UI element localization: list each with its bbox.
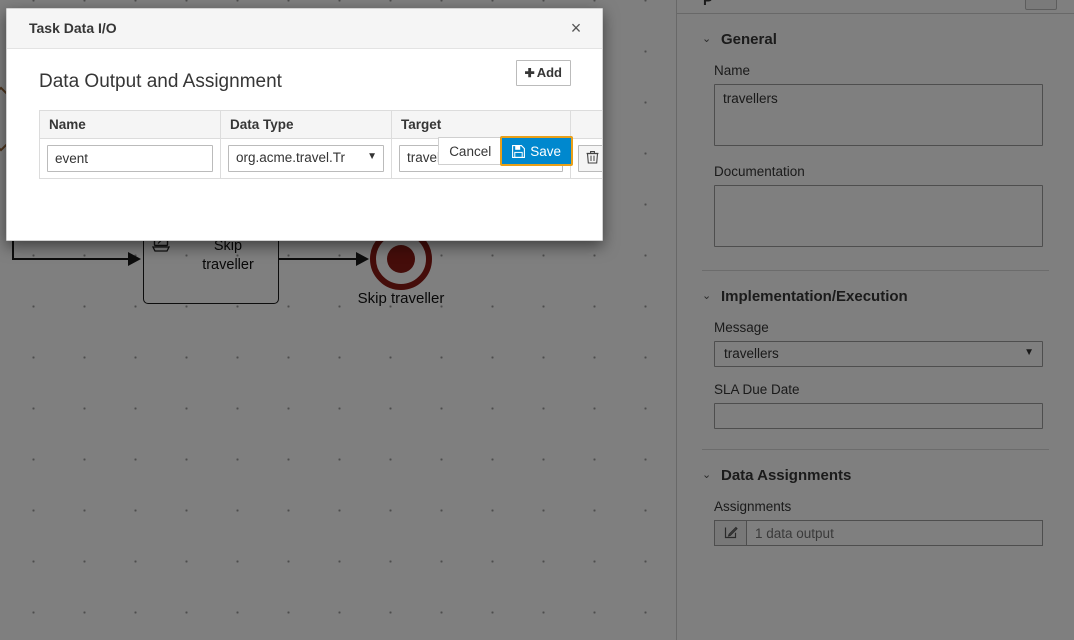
app-root: le Skip traveller xyxy=(0,0,1074,640)
save-disk-icon xyxy=(512,144,526,158)
plus-icon: ✚ xyxy=(524,66,535,80)
chevron-down-icon: ▼ xyxy=(367,151,377,162)
table-header-row: Name Data Type Target xyxy=(39,110,602,139)
column-header-name: Name xyxy=(39,110,221,139)
dialog-header: Task Data I/O × xyxy=(7,9,602,49)
save-button[interactable]: Save xyxy=(500,136,573,166)
cell-data-type: org.acme.travel.Tr ▼ xyxy=(220,138,392,179)
dialog-body: Data Output and Assignment ✚ Add Name Dat… xyxy=(7,49,602,179)
column-header-actions xyxy=(570,110,602,139)
cell-actions xyxy=(570,138,602,179)
close-icon[interactable]: × xyxy=(565,17,587,39)
trash-icon xyxy=(586,150,599,167)
row-data-type-value: org.acme.travel.Tr xyxy=(236,150,346,165)
task-data-io-dialog: Task Data I/O × Data Output and Assignme… xyxy=(6,8,603,241)
cell-name xyxy=(39,138,221,179)
cancel-button[interactable]: Cancel xyxy=(438,137,502,165)
delete-row-button[interactable] xyxy=(578,145,602,172)
add-row-label: Add xyxy=(536,65,562,80)
add-row-button[interactable]: ✚ Add xyxy=(515,60,571,86)
dialog-title: Task Data I/O xyxy=(29,20,117,36)
column-header-target: Target xyxy=(391,110,571,139)
row-data-type-select[interactable]: org.acme.travel.Tr ▼ xyxy=(228,145,384,172)
data-output-section-title: Data Output and Assignment xyxy=(39,71,282,92)
save-button-label: Save xyxy=(530,143,561,159)
column-header-data-type: Data Type xyxy=(220,110,392,139)
table-header: Name Data Type Target xyxy=(39,110,602,139)
dialog-footer: Cancel Save xyxy=(438,136,573,166)
row-name-input[interactable] xyxy=(47,145,213,172)
